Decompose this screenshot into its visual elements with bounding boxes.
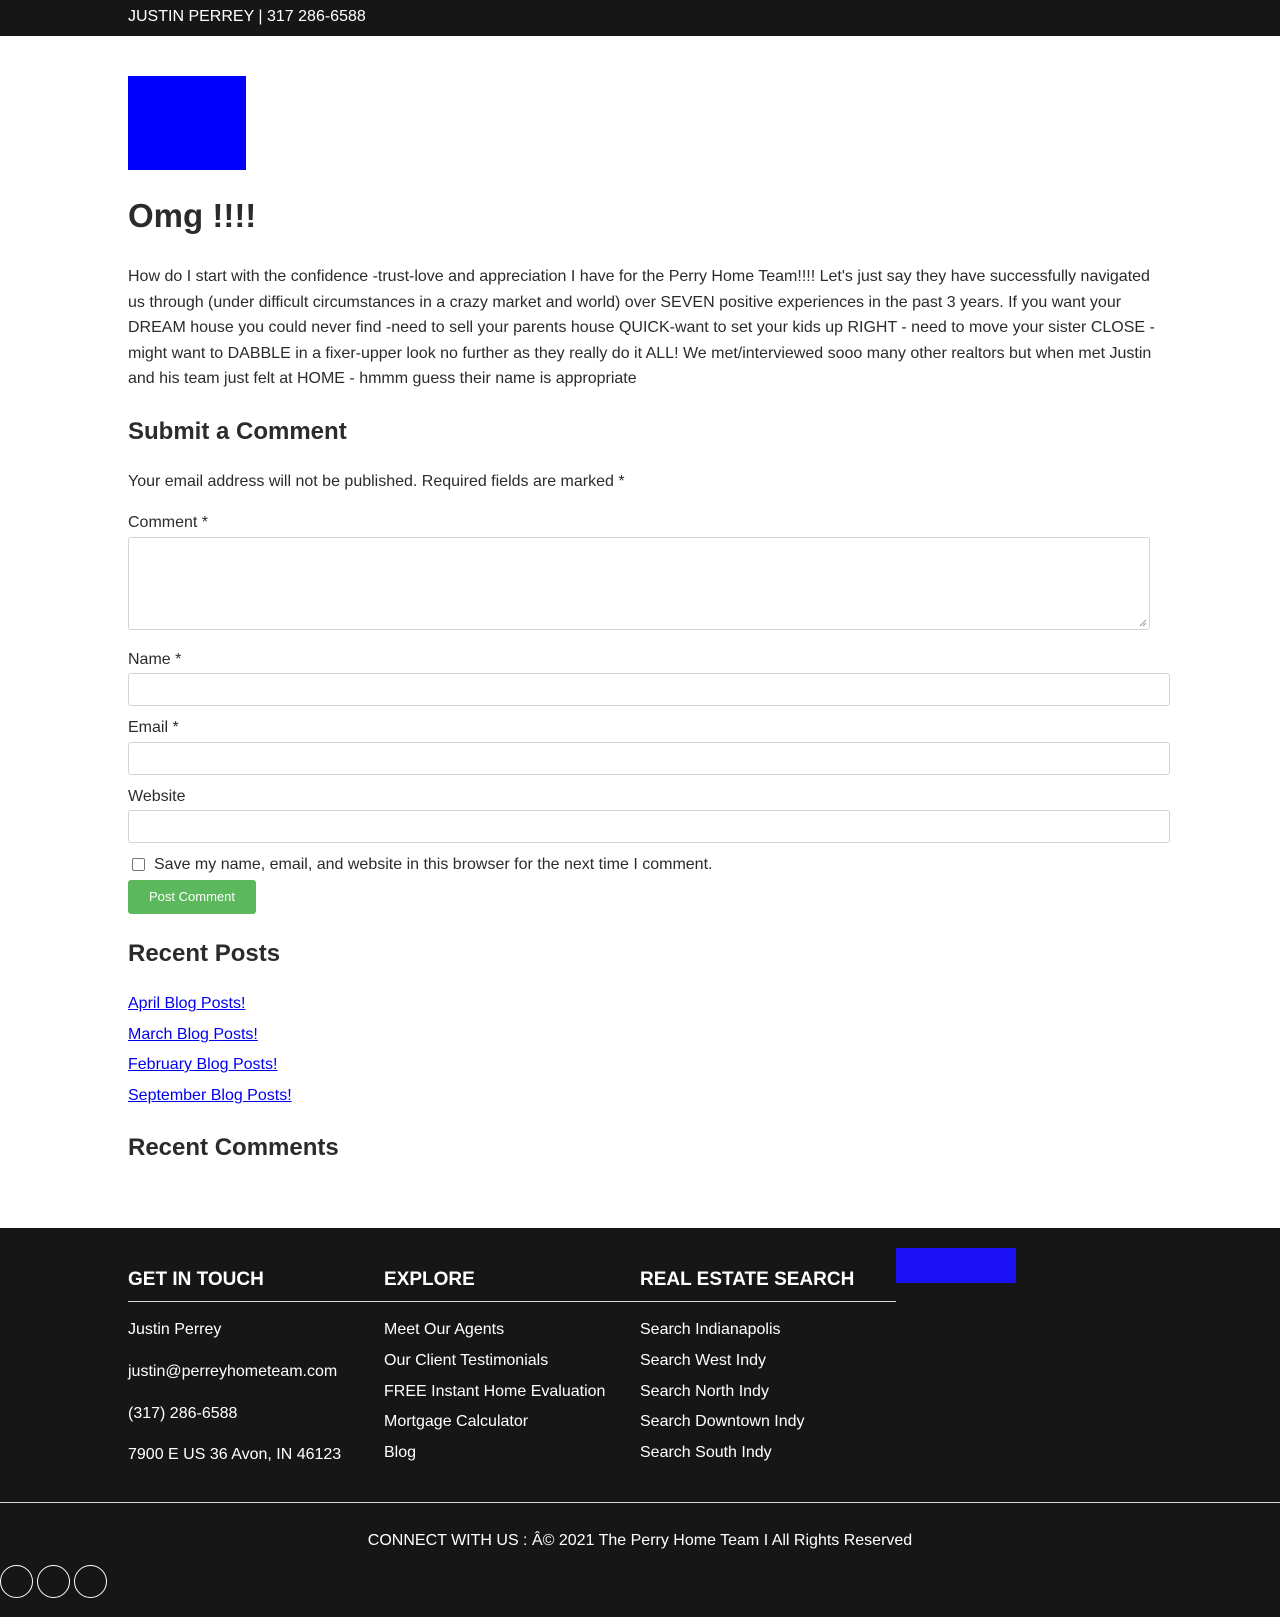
footer-contact-name: Justin Perrey [128, 1321, 222, 1338]
footer-badge[interactable] [896, 1248, 1016, 1283]
resize-handle-icon[interactable] [1139, 619, 1147, 627]
save-info-label: Save my name, email, and website in this… [154, 856, 713, 873]
social-icon[interactable] [74, 1565, 107, 1598]
footer-explore-link[interactable]: Our Client Testimonials [384, 1352, 548, 1370]
website-label: Website [128, 788, 186, 805]
footer-get-in-touch-title: GET IN TOUCH [128, 1269, 264, 1290]
website-input[interactable] [128, 810, 1170, 843]
email-label: Email * [128, 719, 179, 736]
footer-heading-rule [128, 1301, 896, 1302]
footer-search-link[interactable]: Search North Indy [640, 1383, 769, 1401]
name-label: Name * [128, 651, 182, 668]
footer-contact-email[interactable]: justin@perreyhometeam.com [128, 1363, 337, 1381]
recent-post-link[interactable]: April Blog Posts! [128, 995, 245, 1013]
footer-search-title: REAL ESTATE SEARCH [640, 1269, 855, 1290]
top-bar: JUSTIN PERREY | 317 286-6588 [0, 0, 1280, 36]
top-bar-contact: JUSTIN PERREY | 317 286-6588 [128, 8, 366, 25]
footer-search-link[interactable]: Search South Indy [640, 1444, 772, 1462]
footer-explore-link[interactable]: Mortgage Calculator [384, 1413, 528, 1431]
footer-search-link[interactable]: Search Indianapolis [640, 1321, 781, 1339]
post-body: How do I start with the confidence -trus… [128, 268, 1155, 388]
save-info-checkbox[interactable] [132, 858, 145, 871]
email-input[interactable] [128, 742, 1170, 775]
footer-copyright: CONNECT WITH US : Â© 2021 The Perry Home… [367, 1532, 913, 1549]
recent-post-link[interactable]: February Blog Posts! [128, 1056, 277, 1074]
site-logo[interactable] [128, 76, 246, 170]
footer-explore-title: EXPLORE [384, 1269, 475, 1290]
post-title: Omg !!!! [128, 197, 257, 234]
social-icon[interactable] [37, 1565, 70, 1598]
footer-search-link[interactable]: Search Downtown Indy [640, 1413, 805, 1431]
comment-label: Comment * [128, 514, 209, 531]
footer-divider [0, 1502, 1280, 1503]
social-icon[interactable] [0, 1565, 33, 1598]
footer-contact-phone[interactable]: (317) 286-6588 [128, 1405, 237, 1423]
comment-form-note: Your email address will not be published… [128, 473, 625, 490]
footer-explore-link[interactable]: Meet Our Agents [384, 1321, 504, 1339]
recent-post-link[interactable]: March Blog Posts! [128, 1026, 258, 1044]
recent-comments-heading: Recent Comments [128, 1134, 339, 1161]
comment-form-heading: Submit a Comment [128, 418, 347, 445]
footer-contact-address: 7900 E US 36 Avon, IN 46123 [128, 1446, 342, 1463]
footer-search-link[interactable]: Search West Indy [640, 1352, 766, 1370]
recent-posts-heading: Recent Posts [128, 940, 281, 967]
post-comment-button[interactable]: Post Comment [128, 880, 256, 914]
name-input[interactable] [128, 673, 1170, 706]
footer-explore-link[interactable]: Blog [384, 1444, 416, 1462]
comment-textarea[interactable] [128, 537, 1150, 630]
footer-explore-link[interactable]: FREE Instant Home Evaluation [384, 1383, 605, 1401]
recent-post-link[interactable]: September Blog Posts! [128, 1087, 292, 1105]
